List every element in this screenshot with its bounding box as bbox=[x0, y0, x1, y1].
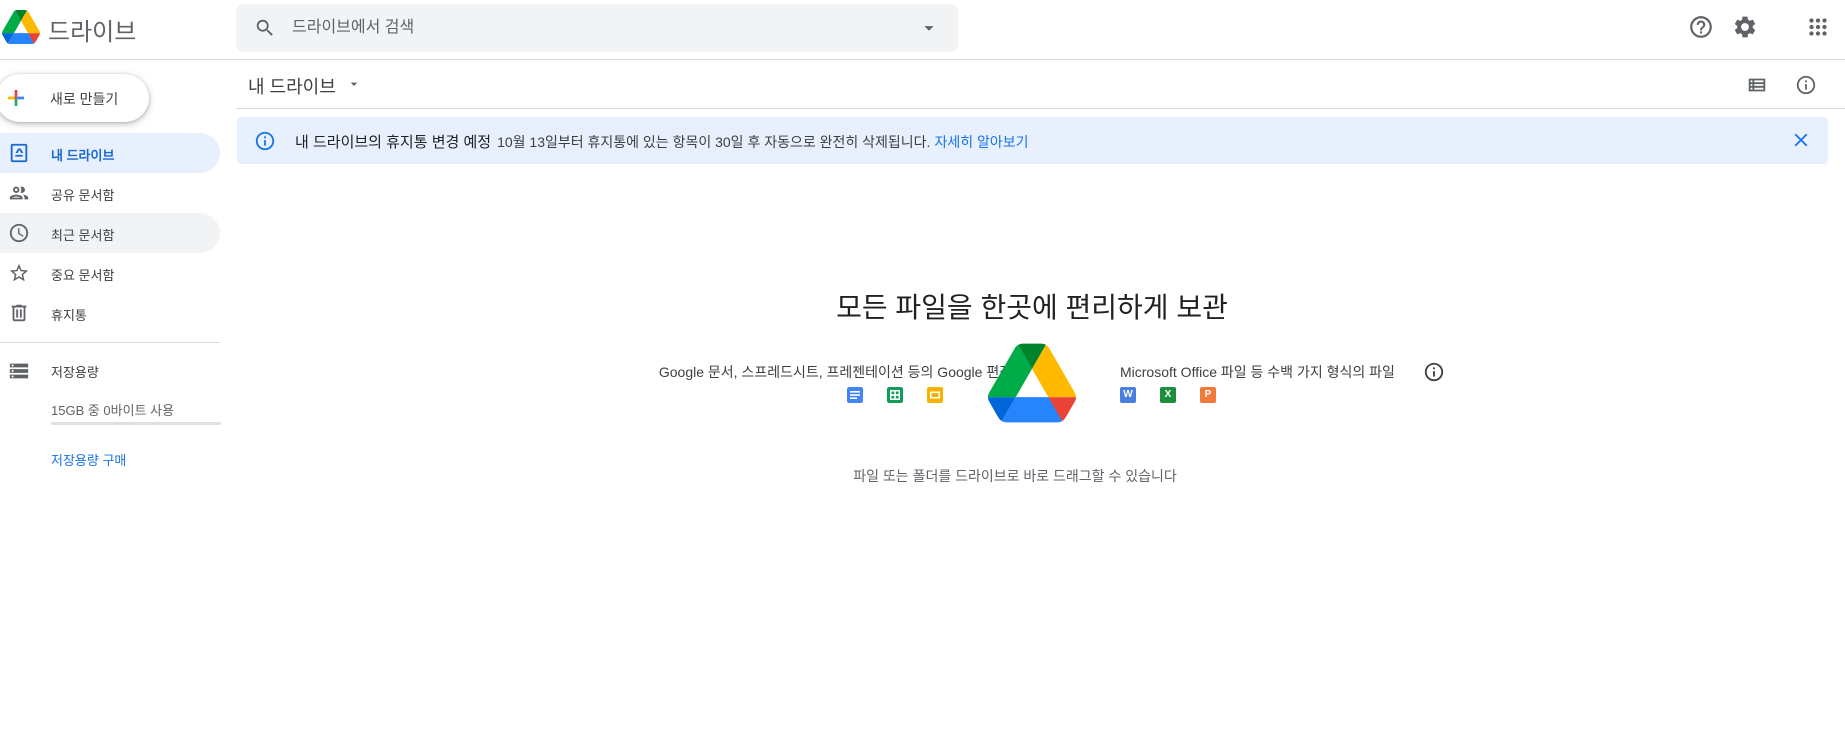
sidebar-item-label: 내 드라이브 bbox=[51, 148, 115, 163]
settings-icon[interactable] bbox=[1732, 14, 1758, 40]
search-options-caret-icon[interactable] bbox=[918, 17, 940, 39]
learn-more-link[interactable]: 자세히 알아보기 bbox=[934, 134, 1028, 150]
breadcrumb[interactable]: 내 드라이브 bbox=[248, 73, 336, 99]
empty-state-title: 모든 파일을 한곳에 편리하게 보관 bbox=[836, 292, 1228, 323]
apps-grid-icon[interactable] bbox=[1805, 14, 1831, 40]
info-icon bbox=[255, 131, 275, 151]
search-bar[interactable] bbox=[236, 4, 958, 52]
clock-icon bbox=[9, 223, 29, 243]
trash-notice-banner: 내 드라이브의 휴지통 변경 예정 10월 13일부터 휴지통에 있는 항목이 3… bbox=[237, 117, 1828, 164]
excel-letter: X bbox=[1164, 389, 1172, 400]
banner-title: 내 드라이브의 휴지통 변경 예정 bbox=[295, 134, 492, 151]
sidebar-item-trash[interactable]: 휴지통 bbox=[0, 293, 220, 333]
sidebar-item-recent[interactable]: 최근 문서함 bbox=[0, 213, 220, 253]
storage-progress-bar bbox=[51, 422, 221, 425]
drive-logo-icon bbox=[988, 343, 1076, 423]
chevron-down-icon[interactable] bbox=[346, 76, 362, 92]
app-title[interactable]: 드라이브 bbox=[48, 12, 136, 47]
microsoft-office-text: Microsoft Office 파일 등 수백 가지 형식의 파일 bbox=[1120, 364, 1395, 380]
main-content: 내 드라이브 내 드라이브의 휴지통 변경 예정 10월 13일부터 휴지통에 있… bbox=[236, 60, 1845, 737]
drag-drop-hint: 파일 또는 폴더를 드라이브로 바로 드래그할 수 있습니다 bbox=[853, 468, 1177, 484]
powerpoint-file-icon: P bbox=[1200, 387, 1216, 403]
banner-message: 10월 13일부터 휴지통에 있는 항목이 30일 후 자동으로 완전히 삭제됩… bbox=[497, 134, 931, 150]
sidebar-item-shared[interactable]: 공유 문서함 bbox=[0, 173, 220, 213]
google-sheets-icon bbox=[887, 387, 903, 403]
new-button[interactable]: 새로 만들기 bbox=[0, 74, 149, 122]
info-icon[interactable] bbox=[1423, 361, 1445, 383]
info-icon[interactable] bbox=[1795, 74, 1817, 96]
storage-label[interactable]: 저장용량 bbox=[51, 362, 99, 381]
toolbar-divider bbox=[236, 108, 1845, 109]
powerpoint-letter: P bbox=[1204, 389, 1212, 400]
word-letter: W bbox=[1123, 389, 1133, 400]
sidebar-item-label: 최근 문서함 bbox=[51, 228, 115, 243]
help-icon[interactable] bbox=[1688, 14, 1714, 40]
word-file-icon: W bbox=[1120, 387, 1136, 403]
sidebar: 새로 만들기 내 드라이브 공유 문서함 최근 문서함 중요 문서함 휴지통 저… bbox=[0, 60, 225, 737]
plus-icon bbox=[8, 90, 24, 106]
google-editors-text: Google 문서, 스프레드시트, 프레젠테이션 등의 Google 편집기 bbox=[658, 364, 1025, 380]
banner-text: 내 드라이브의 휴지통 변경 예정 10월 13일부터 휴지통에 있는 항목이 3… bbox=[295, 131, 1029, 152]
trash-icon bbox=[11, 304, 27, 322]
list-view-icon[interactable] bbox=[1746, 74, 1768, 96]
sidebar-item-label: 공유 문서함 bbox=[51, 188, 115, 203]
top-bar: 드라이브 bbox=[0, 0, 1845, 60]
search-input[interactable] bbox=[292, 4, 892, 52]
new-button-label: 새로 만들기 bbox=[50, 91, 119, 107]
storage-icon bbox=[9, 363, 29, 379]
storage-usage-text: 15GB 중 0바이트 사용 bbox=[51, 403, 175, 418]
shared-people-icon bbox=[9, 186, 29, 200]
google-docs-icon bbox=[847, 387, 863, 403]
excel-file-icon: X bbox=[1160, 387, 1176, 403]
search-icon[interactable] bbox=[254, 17, 276, 39]
star-icon bbox=[9, 263, 29, 282]
sidebar-item-label: 중요 문서함 bbox=[51, 268, 115, 283]
drive-logo-icon[interactable] bbox=[2, 10, 40, 44]
buy-storage-link[interactable]: 저장용량 구매 bbox=[51, 450, 126, 469]
close-icon[interactable] bbox=[1790, 129, 1812, 151]
sidebar-item-starred[interactable]: 중요 문서함 bbox=[0, 253, 220, 293]
sidebar-item-label: 휴지통 bbox=[51, 308, 87, 323]
my-drive-icon bbox=[10, 143, 28, 163]
sidebar-item-my-drive[interactable]: 내 드라이브 bbox=[0, 133, 220, 173]
sidebar-divider bbox=[0, 342, 220, 343]
google-slides-icon bbox=[927, 387, 943, 403]
